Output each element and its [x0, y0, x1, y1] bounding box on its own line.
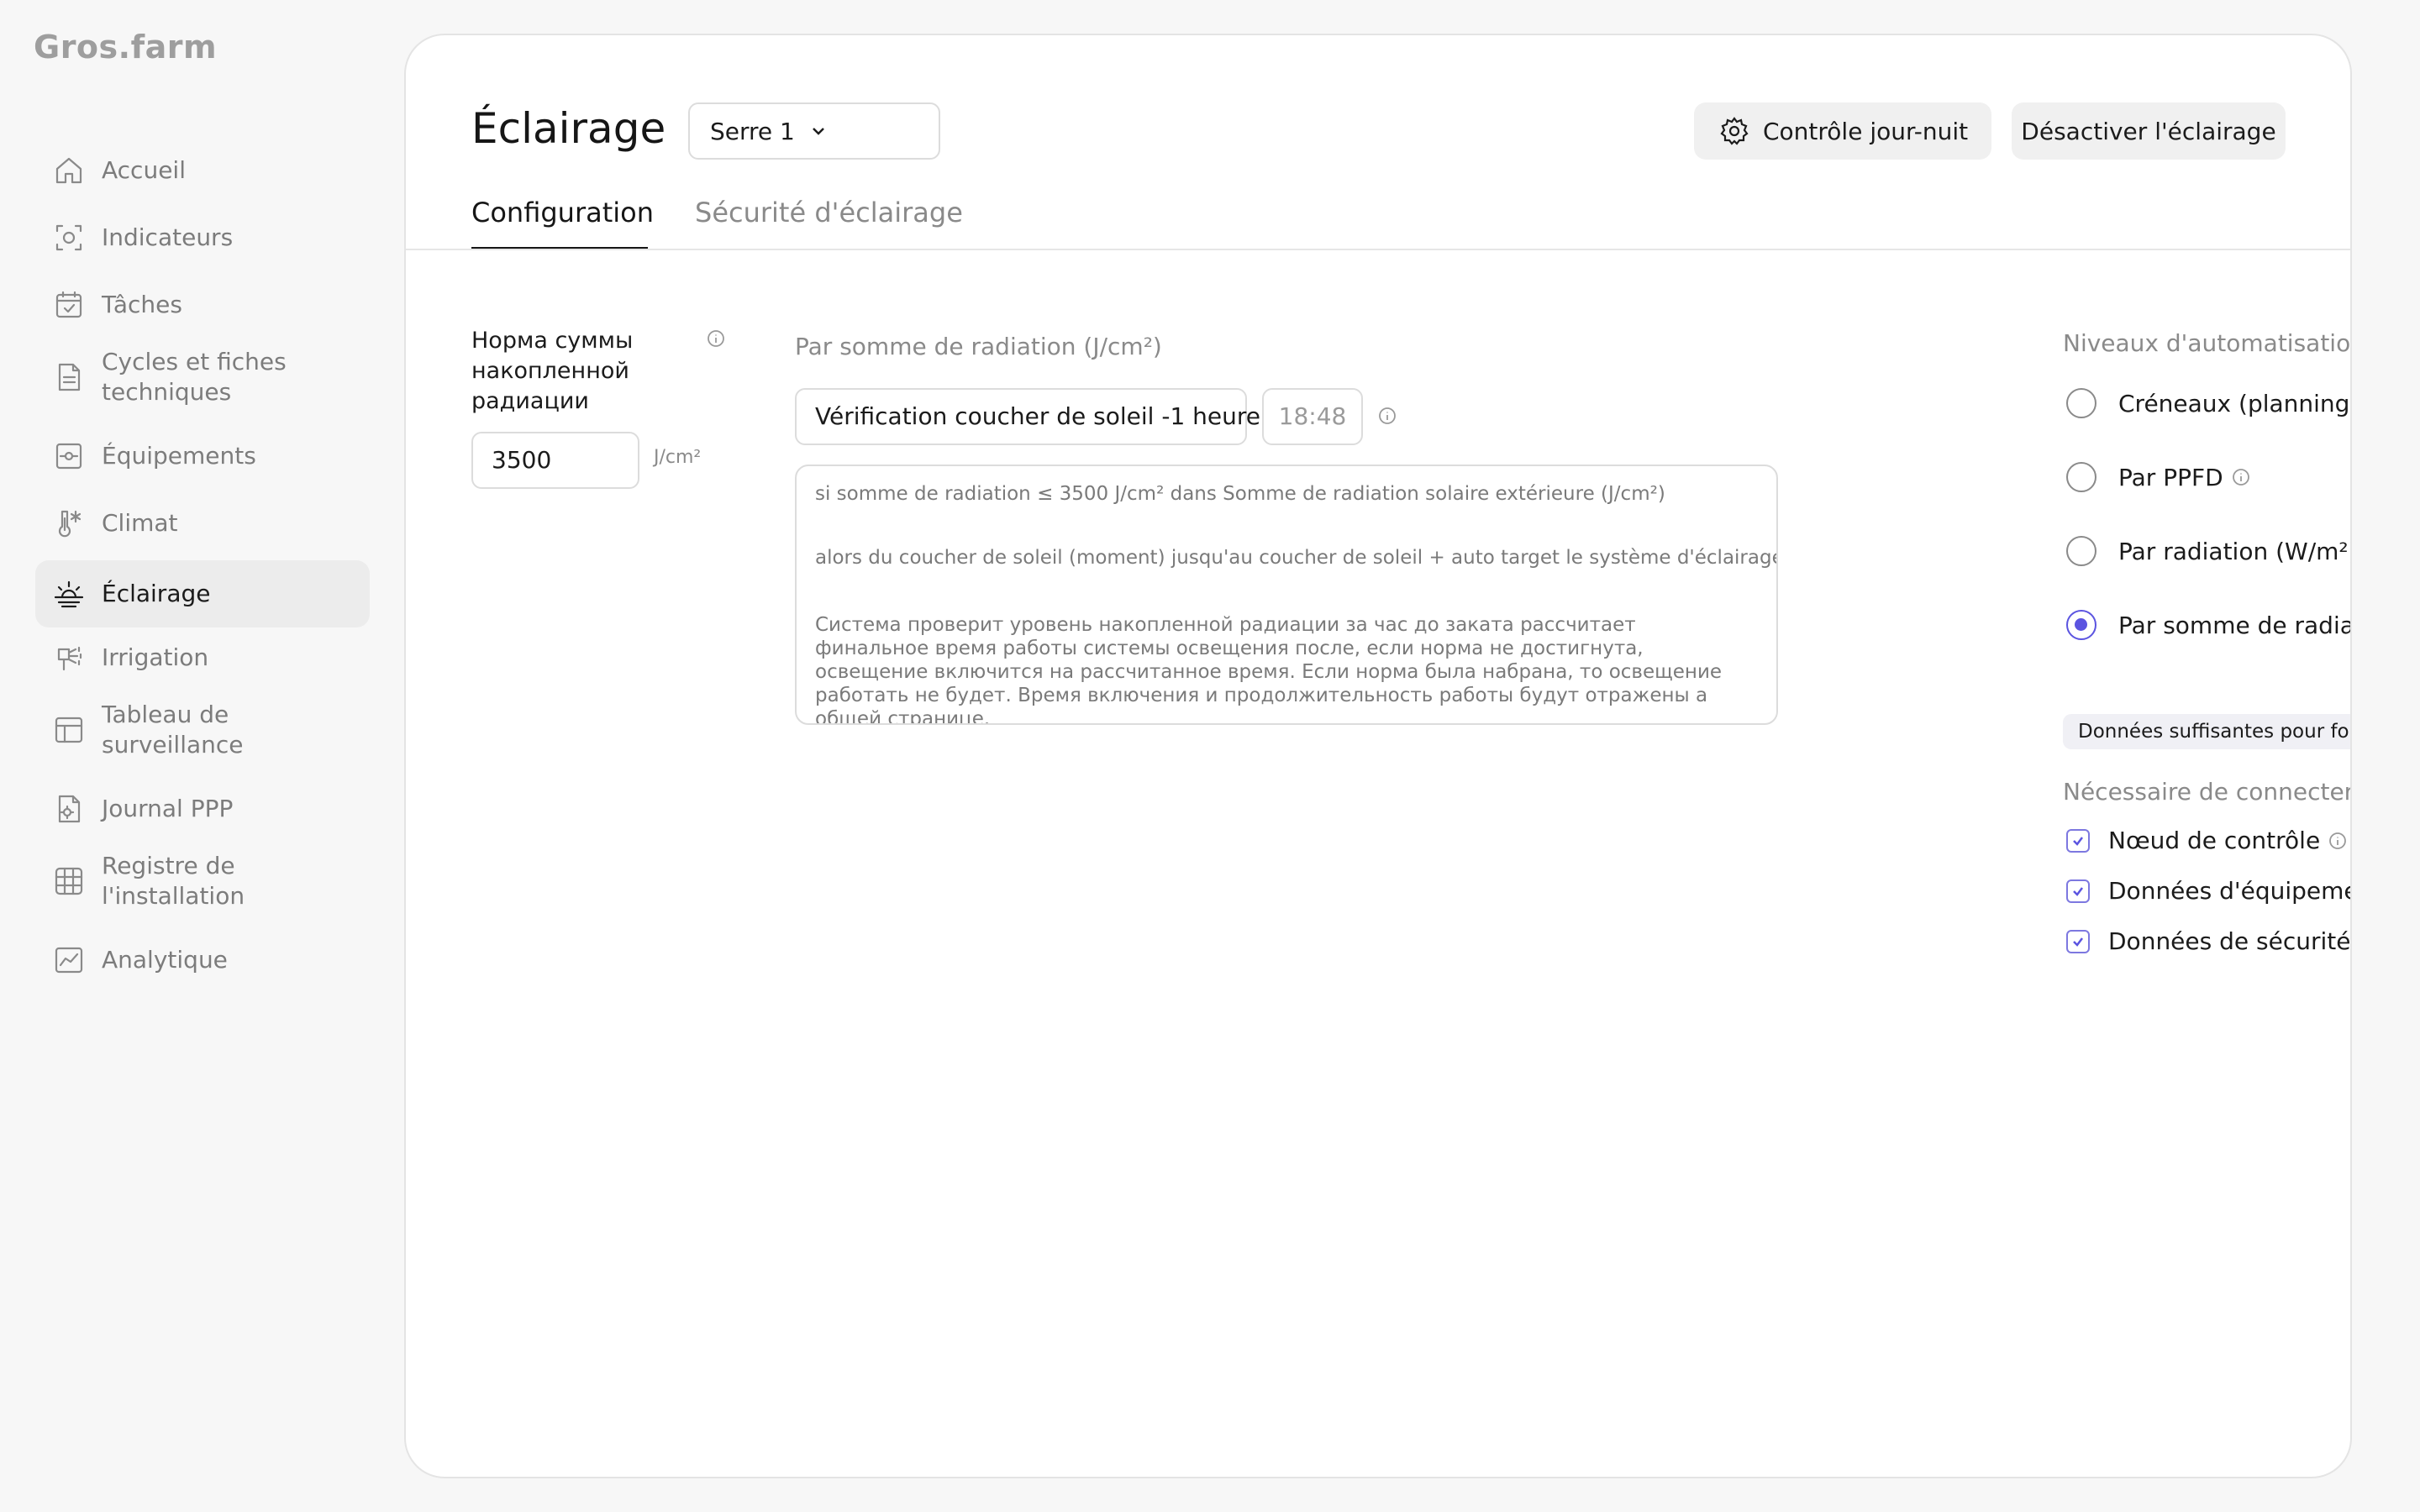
radio-button[interactable]	[2066, 462, 2096, 492]
required-control-node: Nœud de contrôle	[2066, 827, 2347, 854]
sidebar-item-climat[interactable]: Climat	[35, 500, 370, 547]
irrigation-icon	[50, 639, 87, 676]
checkbox-checked	[2066, 879, 2090, 903]
radiation-norm-unit: J/cm²	[654, 447, 702, 468]
required-item-label: Nœud de contrôle	[2108, 827, 2321, 854]
sidebar-item-label: Irrigation	[102, 643, 209, 671]
required-item-label: Données de sécurité d'éclairage	[2108, 927, 2351, 955]
tabs-divider	[406, 249, 2350, 250]
greenhouse-select[interactable]: Serre 1	[688, 102, 940, 160]
radio-button-selected[interactable]	[2066, 610, 2096, 640]
info-icon[interactable]	[2328, 832, 2347, 850]
info-icon[interactable]	[707, 329, 725, 348]
required-connections-title: Nécessaire de connecter :	[2063, 778, 2352, 806]
sidebar-item-irrigation[interactable]: Irrigation	[35, 634, 370, 681]
sidebar-item-label: Indicateurs	[102, 223, 234, 251]
automation-option-ppfd[interactable]: Par PPFD	[2066, 462, 2250, 492]
sidebar-item-label: Analytique	[102, 946, 228, 974]
info-icon[interactable]	[1378, 407, 1397, 425]
sidebar-item-taches[interactable]: Tâches	[35, 281, 370, 328]
greenhouse-select-value: Serre 1	[710, 117, 795, 145]
automation-option-radiation[interactable]: Par radiation (W/m²)	[2066, 536, 2352, 566]
automation-option-label: Par PPFD	[2118, 463, 2223, 491]
checkbox-checked	[2066, 828, 2090, 853]
sidebar-item-label: Tâches	[102, 291, 182, 318]
tab-configuration[interactable]: Configuration	[471, 197, 654, 228]
sidebar-item-equipements[interactable]: Équipements	[35, 433, 370, 480]
sidebar-item-journal[interactable]: Journal PPP	[35, 785, 370, 832]
equipment-icon	[50, 438, 87, 475]
gear-icon	[1720, 117, 1749, 145]
sidebar-item-label: Cycles et fiches techniques	[102, 348, 287, 406]
document-icon	[50, 359, 87, 396]
status-badge: Données suffisantes pour fonctionner	[2063, 714, 2350, 749]
day-night-control-button[interactable]: Contrôle jour-nuit	[1694, 102, 1991, 160]
sidebar-item-label: Éclairage	[102, 580, 211, 607]
automation-option-label: Par somme de radiation	[2118, 611, 2350, 639]
radio-button[interactable]	[2066, 388, 2096, 418]
camera-icon	[50, 219, 87, 256]
sidebar-item-accueil[interactable]: Accueil	[35, 147, 370, 194]
sidebar-item-eclairage[interactable]: Éclairage	[35, 560, 370, 627]
automation-option-label: Par radiation (W/m²)	[2118, 537, 2352, 565]
radiation-norm-label: Норма суммы накопленной радиации	[471, 328, 634, 414]
sidebar-item-tableau[interactable]: Tableau de surveillance	[35, 696, 370, 764]
sidebar-item-label: Tableau de surveillance	[102, 701, 244, 759]
calendar-icon	[50, 286, 87, 323]
automation-option-schedule[interactable]: Créneaux (planning)	[2066, 388, 2352, 418]
info-icon[interactable]	[2232, 468, 2250, 486]
sidebar-item-indicateurs[interactable]: Indicateurs	[35, 214, 370, 261]
required-item-label: Données d'équipement	[2108, 877, 2350, 905]
sidebar-item-label: Climat	[102, 509, 178, 537]
sidebar-item-analytique[interactable]: Analytique	[35, 937, 370, 984]
rule-description-box: si somme de radiation ≤ 3500 J/cm² dans …	[795, 465, 1778, 725]
sidebar-item-label: Registre de l'installation	[102, 852, 245, 910]
home-icon	[50, 152, 87, 189]
required-equipment-data: Données d'équipement	[2066, 877, 2350, 905]
chevron-down-icon	[812, 128, 824, 135]
chart-icon	[50, 942, 87, 979]
radiation-sum-title: Par somme de radiation (J/cm²)	[795, 333, 1162, 360]
sidebar-item-label: Équipements	[102, 442, 256, 470]
brand-logo[interactable]: Gros.farm	[34, 29, 217, 66]
check-time-field[interactable]: 18:48	[1262, 388, 1363, 445]
day-night-control-label: Contrôle jour-nuit	[1763, 117, 1969, 145]
radio-button[interactable]	[2066, 536, 2096, 566]
sidebar-item-cycles[interactable]: Cycles et fiches techniques	[35, 344, 370, 411]
sunset-check-select[interactable]: Vérification coucher de soleil -1 heure	[795, 388, 1260, 445]
journal-icon	[50, 790, 87, 827]
sidebar-item-label: Accueil	[102, 156, 186, 184]
automation-panel: Niveaux d'automatisation Créneaux (plann…	[2063, 35, 2352, 1477]
sidebar-item-registre[interactable]: Registre de l'installation	[35, 848, 370, 915]
rule-action-text: alors du coucher de soleil (moment) jusq…	[815, 547, 1778, 569]
checkbox-checked	[2066, 929, 2090, 953]
page-title: Éclairage	[471, 104, 666, 153]
sidebar-item-label: Journal PPP	[102, 795, 234, 822]
rule-condition-text: si somme de radiation ≤ 3500 J/cm² dans …	[815, 483, 1665, 505]
automation-option-radiation-sum[interactable]: Par somme de radiation	[2066, 610, 2350, 640]
rule-explanation-text: Система проверит уровень накопленной рад…	[815, 614, 1723, 725]
thermometer-icon	[50, 505, 87, 542]
main-card: Éclairage Serre 1 Contrôle jour-nuit Dés…	[404, 34, 2352, 1478]
required-security-data: Données de sécurité d'éclairage	[2066, 927, 2351, 955]
grid-icon	[50, 711, 87, 748]
automation-levels-title: Niveaux d'automatisation	[2063, 329, 2352, 357]
registry-icon	[50, 863, 87, 900]
radiation-norm-input[interactable]: 3500	[471, 432, 639, 489]
automation-option-label: Créneaux (planning)	[2118, 389, 2352, 417]
sunrise-icon	[50, 575, 87, 612]
tab-lighting-security[interactable]: Sécurité d'éclairage	[695, 197, 963, 228]
